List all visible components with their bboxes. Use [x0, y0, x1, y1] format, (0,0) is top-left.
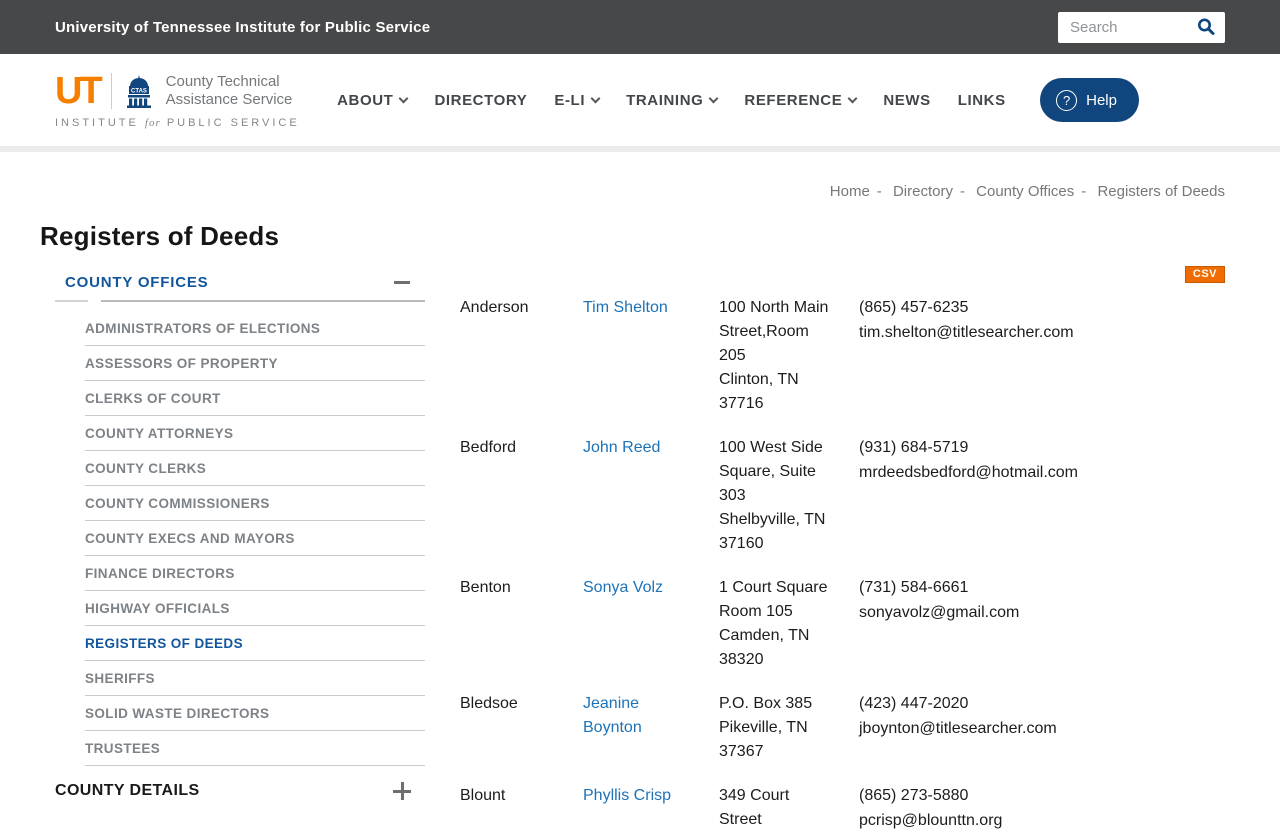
address-cell: 1 Court Square Room 105 Camden, TN 38320 — [719, 579, 828, 668]
sidebar-item[interactable]: TRUSTEES — [85, 731, 425, 766]
address-cell: P.O. Box 385 Pikeville, TN 37367 — [719, 695, 813, 760]
header: UT CTAS County Technical Assistance Serv… — [0, 54, 1280, 152]
email-link[interactable]: sonyavolz@gmail.com — [859, 600, 1225, 625]
search-icon — [1195, 16, 1217, 38]
sidebar-item[interactable]: COUNTY EXECS AND MAYORS — [85, 521, 425, 556]
org-name: County Technical Assistance Service — [165, 72, 293, 108]
name-cell: Jeanine Boynton — [583, 692, 719, 764]
register-name-link[interactable]: Sonya Volz — [583, 576, 663, 600]
county-cell: Bedford — [460, 439, 517, 456]
chevron-down-icon — [590, 93, 601, 103]
breadcrumb-link[interactable]: Home — [830, 183, 870, 200]
sidebar-section-county-details[interactable]: COUNTY DETAILS — [55, 766, 425, 800]
email-link[interactable]: mrdeedsbedford@hotmail.com — [859, 460, 1225, 485]
table-row: Bedford John Reed 100 West Side Square, … — [460, 436, 1225, 556]
phone: (423) 447-2020 — [859, 695, 969, 712]
sidebar-item[interactable]: SOLID WASTE DIRECTORS — [85, 696, 425, 731]
address-cell: 100 North Main Street,Room 205 Clinton, … — [719, 299, 829, 412]
name-cell: Phyllis Crisp — [583, 784, 719, 833]
register-name-link[interactable]: Jeanine Boynton — [583, 692, 695, 740]
table-row: Bledsoe Jeanine Boynton P.O. Box 385 Pik… — [460, 692, 1225, 764]
registers-table: Anderson Tim Shelton 100 North Main Stre… — [460, 296, 1225, 833]
sidebar-list: ADMINISTRATORS OF ELECTIONS ASSESSORS OF… — [85, 311, 425, 766]
sidebar-item[interactable]: FINANCE DIRECTORS — [85, 556, 425, 591]
address-cell: 349 Court Street — [719, 787, 790, 828]
collapse-minus-icon[interactable] — [394, 281, 410, 284]
contact-cell: (865) 273-5880 pcrisp@blounttn.org — [859, 784, 1225, 833]
email-link[interactable]: pcrisp@blounttn.org — [859, 808, 1225, 833]
nav-item[interactable]: REFERENCE — [744, 92, 858, 109]
nav-item[interactable]: TRAINING — [626, 92, 719, 109]
main-nav: ABOUT DIRECTORY E-LI TRAINING REFERENCE … — [310, 92, 1006, 109]
sidebar: COUNTY OFFICES ADMINISTRATORS OF ELECTIO… — [55, 262, 425, 833]
chevron-down-icon — [708, 93, 719, 103]
name-cell: Sonya Volz — [583, 576, 719, 672]
help-button[interactable]: Help — [1040, 78, 1139, 122]
table-row: Benton Sonya Volz 1 Court Square Room 10… — [460, 576, 1225, 672]
sidebar-section-county-offices[interactable]: COUNTY OFFICES — [55, 262, 425, 300]
county-cell: Bledsoe — [460, 695, 518, 712]
nav-item[interactable]: LINKS — [958, 92, 1006, 109]
institute-tagline: INSTITUTE for PUBLIC SERVICE — [55, 116, 300, 129]
county-cell: Benton — [460, 579, 511, 596]
svg-text:CTAS: CTAS — [131, 88, 147, 94]
sidebar-item[interactable]: CLERKS OF COURT — [85, 381, 425, 416]
sidebar-item[interactable]: COUNTY CLERKS — [85, 451, 425, 486]
ctas-logo[interactable]: UT CTAS County Technical Assistance Serv… — [55, 72, 300, 129]
phone: (865) 457-6235 — [859, 299, 969, 316]
nav-item[interactable]: ABOUT — [337, 92, 409, 109]
search-box — [1058, 11, 1225, 43]
phone: (931) 684-5719 — [859, 439, 969, 456]
chevron-down-icon — [398, 93, 409, 103]
register-name-link[interactable]: John Reed — [583, 436, 660, 460]
breadcrumb-link[interactable]: Registers of Deeds — [1097, 183, 1225, 200]
breadcrumb-link[interactable]: County Offices — [976, 183, 1074, 200]
contact-cell: (865) 457-6235 tim.shelton@titlesearcher… — [859, 296, 1225, 416]
nav-item[interactable]: NEWS — [883, 92, 930, 109]
page-title: Registers of Deeds — [40, 221, 280, 251]
register-name-link[interactable]: Tim Shelton — [583, 296, 668, 320]
sidebar-item[interactable]: COUNTY COMMISSIONERS — [85, 486, 425, 521]
nav-item[interactable]: DIRECTORY — [434, 92, 527, 109]
capitol-icon: CTAS — [123, 74, 155, 108]
sidebar-item[interactable]: COUNTY ATTORNEYS — [85, 416, 425, 451]
table-row: Anderson Tim Shelton 100 North Main Stre… — [460, 296, 1225, 416]
contact-cell: (423) 447-2020 jboynton@titlesearcher.co… — [859, 692, 1225, 764]
csv-export-button[interactable]: CSV — [1184, 266, 1225, 283]
topbar: University of Tennessee Institute for Pu… — [0, 0, 1280, 54]
table-row: Blount Phyllis Crisp 349 Court Street (8… — [460, 784, 1225, 833]
search-button[interactable] — [1193, 16, 1219, 38]
county-cell: Anderson — [460, 299, 529, 316]
sidebar-item[interactable]: ADMINISTRATORS OF ELECTIONS — [85, 311, 425, 346]
question-icon — [1056, 89, 1078, 111]
search-input[interactable] — [1068, 17, 1193, 37]
sidebar-item[interactable]: ASSESSORS OF PROPERTY — [85, 346, 425, 381]
name-cell: Tim Shelton — [583, 296, 719, 416]
county-cell: Blount — [460, 787, 506, 804]
nav-item[interactable]: E-LI — [554, 92, 601, 109]
breadcrumb: Home - Directory - County Offices - Registe… — [829, 183, 1225, 200]
chevron-down-icon — [847, 93, 858, 103]
logo-divider — [110, 72, 112, 109]
content: CSV Anderson Tim Shelton 100 North Main … — [460, 262, 1225, 833]
contact-cell: (931) 684-5719 mrdeedsbedford@hotmail.co… — [859, 436, 1225, 556]
ut-logo-mark: UT — [55, 69, 103, 112]
page-body: Home - Directory - County Offices - Registe… — [0, 183, 1280, 833]
sidebar-item[interactable]: REGISTERS OF DEEDS — [85, 626, 425, 661]
sidebar-item[interactable]: SHERIFFS — [85, 661, 425, 696]
contact-cell: (731) 584-6661 sonyavolz@gmail.com — [859, 576, 1225, 672]
sidebar-item[interactable]: HIGHWAY OFFICIALS — [85, 591, 425, 626]
sidebar-divider — [55, 300, 425, 302]
name-cell: John Reed — [583, 436, 719, 556]
site-title-link[interactable]: University of Tennessee Institute for Pu… — [55, 19, 430, 36]
phone: (731) 584-6661 — [859, 579, 969, 596]
address-cell: 100 West Side Square, Suite 303 Shelbyvi… — [719, 439, 826, 552]
email-link[interactable]: jboynton@titlesearcher.com — [859, 716, 1225, 741]
phone: (865) 273-5880 — [859, 787, 969, 804]
breadcrumb-link[interactable]: Directory — [893, 183, 953, 200]
expand-plus-icon[interactable] — [393, 782, 411, 800]
email-link[interactable]: tim.shelton@titlesearcher.com — [859, 320, 1225, 345]
register-name-link[interactable]: Phyllis Crisp — [583, 784, 671, 808]
